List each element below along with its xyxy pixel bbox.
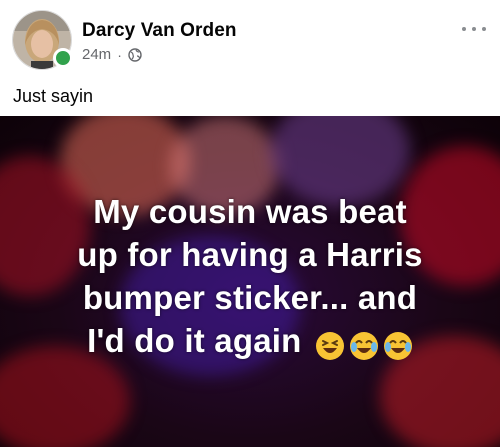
post-caption: Just sayin (13, 86, 94, 106)
post-meta: 24m · (82, 46, 142, 63)
tears-of-joy-emoji (383, 328, 413, 361)
online-status-indicator (53, 48, 73, 68)
laughing-squint-emoji (315, 328, 345, 361)
more-options-button[interactable] (462, 22, 486, 36)
meta-separator: · (117, 46, 122, 63)
more-dot (472, 27, 476, 31)
post-header: Darcy Van Orden 24m · (0, 0, 500, 80)
meme-line-last: I'd do it again (0, 319, 500, 362)
post-timestamp[interactable]: 24m (82, 46, 111, 63)
meme-line: up for having a Harris (77, 236, 423, 273)
post-image[interactable]: My cousin was beat up for having a Harri… (0, 116, 500, 447)
globe-icon[interactable] (128, 47, 142, 62)
meme-line: My cousin was beat (93, 193, 407, 230)
meme-line-text: I'd do it again (87, 322, 302, 359)
more-horizontal-icon (462, 27, 466, 31)
author-avatar[interactable] (12, 10, 73, 70)
emoji-row (315, 328, 413, 361)
feed-post: Darcy Van Orden 24m · Just sayin My cous… (0, 0, 500, 447)
tears-of-joy-emoji (349, 328, 379, 361)
more-dot (482, 27, 486, 31)
meme-caption: My cousin was beat up for having a Harri… (0, 190, 500, 362)
meme-line: bumper sticker... and (82, 279, 418, 316)
author-name[interactable]: Darcy Van Orden (82, 20, 237, 42)
